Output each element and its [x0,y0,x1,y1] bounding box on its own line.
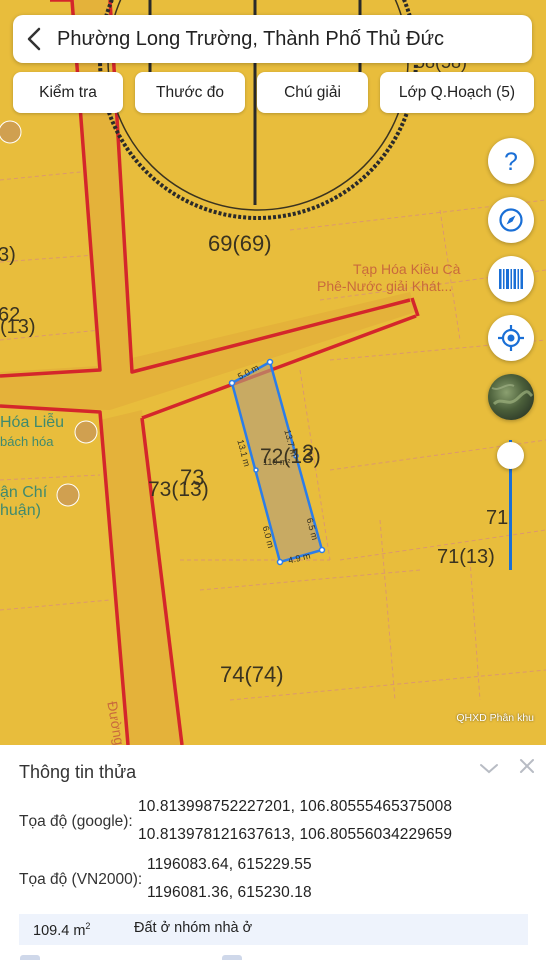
parcel-label: (13) [0,316,36,338]
compass-button[interactable] [488,197,534,243]
satellite-toggle-button[interactable] [488,374,534,420]
google-coords-label: Tọa độ (google): [19,813,133,830]
close-button[interactable] [517,756,537,776]
poi-label[interactable]: Tạp Hóa Kiều Cà [353,261,460,278]
collapse-button[interactable] [478,757,500,779]
chevron-down-icon [480,764,498,774]
panel-title: Thông tin thửa [19,762,137,782]
locate-icon [498,325,524,351]
poi-label[interactable]: Hóa Liễu [0,414,64,432]
poi-label[interactable]: Phê-Nước giải Khát... [317,278,452,295]
parcel-label: 69(69) [208,231,272,256]
poi-label: huận) [0,502,41,519]
parcel-label: 3) [0,244,16,266]
help-icon: ? [504,148,518,174]
back-button[interactable] [13,15,57,63]
parcel-label: 71 [486,507,509,529]
title-bar: Phường Long Trường, Thành Phố Thủ Đức [13,15,532,63]
vn2000-coord-1: 1196083.64, 615229.55 [147,856,312,873]
land-use-row: 109.4 m2 Đất ở nhóm nhà ở [19,914,528,945]
poi-label[interactable]: ận Chí [0,484,47,502]
page-title: Phường Long Trường, Thành Phố Thủ Đức [57,27,444,50]
area-value: 109.4 m2 [33,921,91,939]
zoom-slider-thumb[interactable] [497,442,524,469]
vn2000-coords-label: Tọa độ (VN2000): [19,871,143,888]
barcode-button[interactable] [488,256,534,302]
google-coord-2: 10.813978121637613, 106.80556034229659 [138,826,453,843]
layer-tag: QHXD Phân khu [456,712,534,724]
vn2000-coord-2: 1196081.36, 615230.18 [147,884,312,901]
list-item-marker [20,955,40,960]
parcel-info-panel: Thông tin thửa Tọa độ (google): 10.81399… [0,745,546,960]
poi-label: bách hóa [0,434,54,449]
planning-layers-button[interactable]: Lớp Q.Hoạch (5) [380,72,534,113]
help-button[interactable]: ? [488,138,534,184]
parcel-label: 71(13) [437,546,495,568]
close-icon [520,759,534,773]
google-coord-1: 10.813998752227201, 106.80555465375008 [138,798,453,815]
ruler-button[interactable]: Thước đo [135,72,245,113]
plot-area-label: 110 m² [263,457,291,467]
chevron-left-icon [27,27,41,51]
satellite-icon [491,384,534,406]
land-type: Đất ở nhóm nhà ở [134,920,253,936]
locate-button[interactable] [488,315,534,361]
legend-button[interactable]: Chú giải [257,72,368,113]
list-item-marker [222,955,242,960]
check-button[interactable]: Kiểm tra [13,72,123,113]
compass-icon [499,208,523,232]
svg-text:?: ? [504,148,518,174]
parcel-label: 73(13) [148,478,209,501]
parcel-label: 74(74) [220,662,284,687]
barcode-icon [499,269,523,289]
parcel-label: 2 [302,440,315,465]
